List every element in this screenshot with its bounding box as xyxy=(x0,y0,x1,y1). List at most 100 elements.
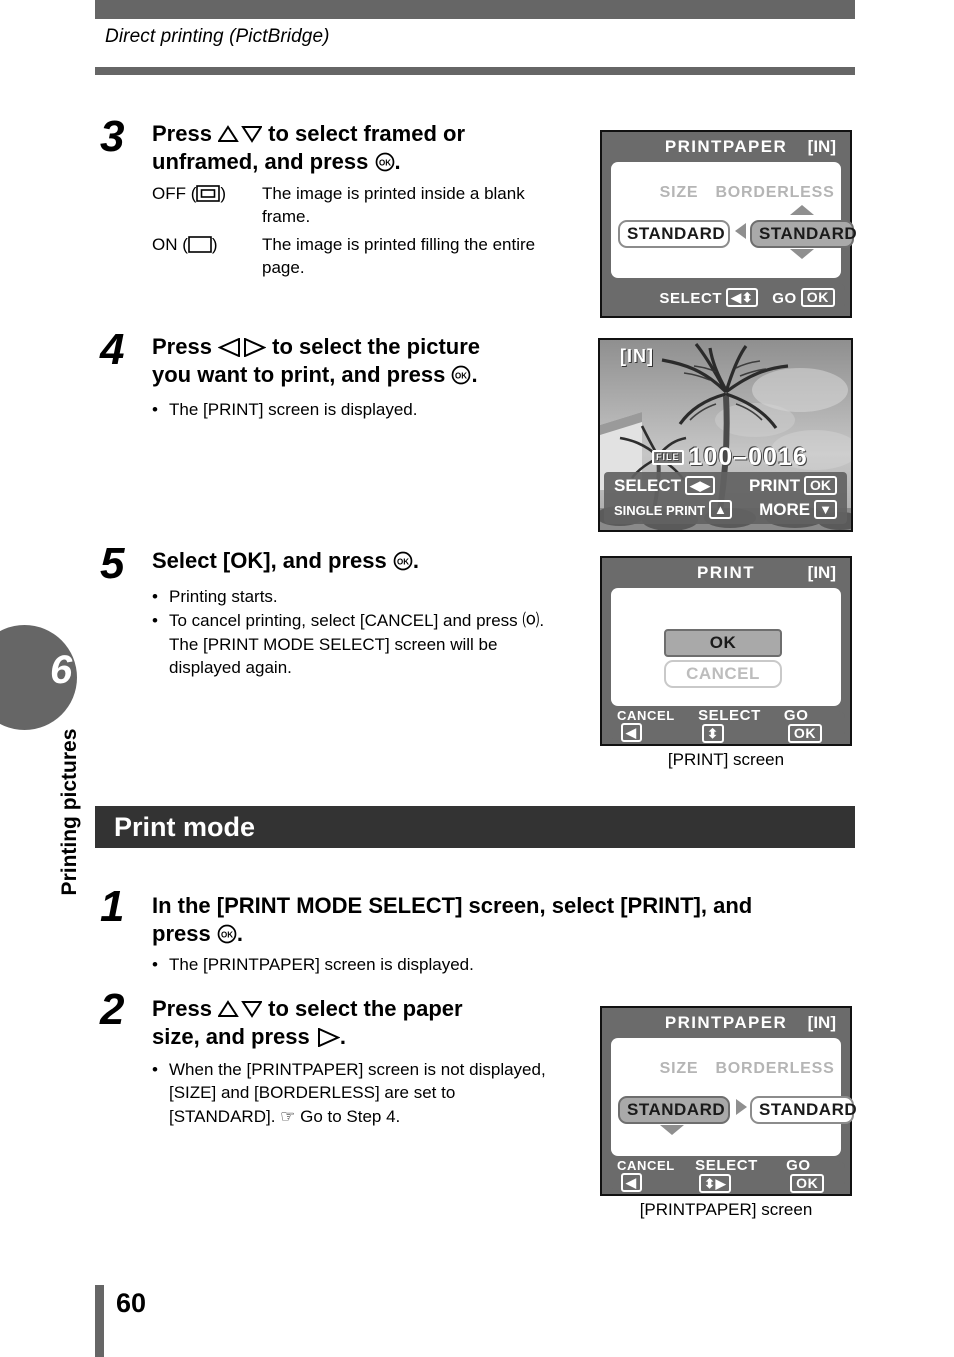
page-number: 60 xyxy=(116,1288,147,1318)
overlay-row-secondary: SINGLE PRINT ▲ MORE ▼ xyxy=(614,500,837,520)
lcd-printpaper-size: PRINTPAPER [IN] SIZE BORDERLESS STANDARD… xyxy=(600,1006,857,1196)
footer-select: SELECT ◀⬍ xyxy=(659,287,759,307)
chapter-number: 6 xyxy=(50,648,73,692)
step-2-bullets: • When the [PRINTPAPER] screen is not dis… xyxy=(152,1058,557,1129)
borderless-column-label: BORDERLESS xyxy=(715,1060,835,1077)
footer-go: GOOK xyxy=(772,287,835,307)
step-5-bullets: • Printing starts. • To cancel printing, s… xyxy=(152,585,552,681)
overlay-single-print: SINGLE PRINT ▲ xyxy=(614,500,732,520)
arrow-up-down-icon xyxy=(217,125,263,143)
borderless-value-pill[interactable]: STANDARD xyxy=(750,220,857,248)
ok-key-icon: OK xyxy=(790,1174,825,1193)
up-cursor-icon xyxy=(790,205,814,215)
overlay-select: SELECT ◀▶ xyxy=(614,476,716,496)
down-cursor-icon xyxy=(660,1125,684,1135)
step-3-number: 3 xyxy=(100,112,125,161)
section-heading-text: Print mode xyxy=(114,812,256,842)
step-3-definitions: OFF () The image is printed inside a bla… xyxy=(152,182,562,284)
borderless-column-label: BORDERLESS xyxy=(715,184,835,201)
up-key-icon: ▲ xyxy=(709,500,732,519)
step-2-title: Press to select the paper size, and pres… xyxy=(152,996,463,1050)
definition-row-on: ON () The image is printed filling the e… xyxy=(152,233,562,280)
ok-key-icon: OK xyxy=(800,287,835,307)
up-down-key-icon: ⬍ xyxy=(702,724,724,743)
step-4-bullets: • The [PRINT] screen is displayed. xyxy=(152,398,552,422)
step-1-title: In the [PRINT MODE SELECT] screen, selec… xyxy=(152,893,753,947)
bullet-dot: • xyxy=(152,611,158,631)
bullet-text: The [PRINT] screen is displayed. xyxy=(169,400,418,419)
lcd-footer: SELECT ◀⬍ GO OK xyxy=(607,283,845,311)
option-ok[interactable]: OK xyxy=(664,629,782,657)
footer-go: GOOK xyxy=(786,1157,835,1193)
bullet-item: • To cancel printing, select [CANCEL] and… xyxy=(152,609,552,679)
left-right-key-icon: ◀▶ xyxy=(685,476,716,495)
bullet-item: • Printing starts. xyxy=(152,585,552,608)
bullet-dot: • xyxy=(152,400,158,419)
chapter-label: Printing pictures xyxy=(58,728,81,896)
arrow-up-down-icon xyxy=(217,1000,263,1018)
bullet-item: • The [PRINT] screen is displayed. xyxy=(152,398,552,421)
manual-page: Direct printing (PictBridge) 6 Printing … xyxy=(0,0,954,1357)
step-3-title: Press to select framed or unframed, and … xyxy=(152,121,466,175)
size-column-label: SIZE xyxy=(659,184,699,201)
footer-cancel: CANCEL◀ xyxy=(617,1158,675,1192)
photo-media-indicator: [IN] xyxy=(620,346,654,366)
photo-overlay-bar: SELECT ◀▶ PRINT OK SINGLE PRINT ▲ MORE ▼ xyxy=(604,472,847,524)
lcd-media-indicator: [IN] xyxy=(807,137,836,156)
ok-button-icon: OK xyxy=(375,152,394,172)
bullet-dot: • xyxy=(152,955,158,974)
step-2-number: 2 xyxy=(100,985,125,1034)
bullet-item: • The [PRINTPAPER] screen is displayed. xyxy=(152,953,672,976)
select-key-icon: ⬍▶ xyxy=(699,1174,732,1193)
caption-print-screen: [PRINT] screen xyxy=(667,750,785,769)
unframed-icon xyxy=(188,236,212,253)
bullet-text: Printing starts. xyxy=(169,587,278,606)
left-key-icon: ◀ xyxy=(621,723,642,742)
framed-icon xyxy=(196,185,221,202)
definition-value-on: The image is printed filling the entire … xyxy=(262,234,536,278)
ok-button-icon: OK xyxy=(217,924,237,944)
definition-key-on: ON () xyxy=(152,234,218,254)
size-column-label: SIZE xyxy=(659,1060,699,1077)
lcd-body: SIZE BORDERLESS STANDARD STANDARD xyxy=(611,1038,857,1156)
lcd-print-confirm: PRINT [IN] OK CANCEL CANCEL◀ SELECT⬍ GOO… xyxy=(600,556,852,746)
photo-preview: [IN] FILE 100–0016 SELECT ◀▶ PRINT OK SINGL… xyxy=(600,340,851,530)
step-4-number: 4 xyxy=(100,325,125,374)
bullet-dot: • xyxy=(152,587,158,606)
bullet-text: To cancel printing, select [CANCEL] and … xyxy=(169,611,545,678)
ok-button-icon: OK xyxy=(452,365,471,385)
size-value-pill[interactable]: STANDARD xyxy=(618,220,730,248)
lcd-footer: CANCEL◀ SELECT⬍▶ GOOK xyxy=(607,1157,845,1193)
overlay-more: MORE ▼ xyxy=(759,500,837,520)
footer-go: GOOK xyxy=(784,707,835,743)
step-1-number: 1 xyxy=(100,882,125,931)
lcd-printpaper-borderless: PRINTPAPER [IN] SIZE BORDERLESS STANDARD… xyxy=(600,130,857,318)
size-value-pill[interactable]: STANDARD xyxy=(618,1096,730,1124)
arrow-left-right-icon xyxy=(217,337,267,358)
header-rule-top xyxy=(95,0,855,19)
bullet-dot: • xyxy=(152,1060,158,1079)
right-cursor-icon xyxy=(736,1099,747,1115)
header-rule-bottom xyxy=(95,67,855,75)
overlay-print: PRINT OK xyxy=(749,476,837,496)
svg-text:OK: OK xyxy=(455,372,467,381)
step-1-bullets: • The [PRINTPAPER] screen is displayed. xyxy=(152,953,672,977)
photo-file-number: FILE 100–0016 xyxy=(652,443,808,472)
arrow-right-icon xyxy=(317,1027,341,1048)
borderless-value-pill[interactable]: STANDARD xyxy=(750,1096,857,1124)
svg-text:OK: OK xyxy=(221,931,233,940)
definition-value-off: The image is printed inside a blank fram… xyxy=(262,184,525,227)
option-cancel[interactable]: CANCEL xyxy=(664,660,782,688)
lcd-media-indicator: [IN] xyxy=(807,1013,836,1032)
step-5-number: 5 xyxy=(100,539,125,588)
select-key-icon: ◀⬍ xyxy=(726,287,759,307)
down-key-icon: ▼ xyxy=(814,500,837,519)
definition-key-off: OFF () xyxy=(152,184,227,203)
definition-row-off: OFF () The image is printed inside a bla… xyxy=(152,182,562,229)
lcd-picture-select: [IN] FILE 100–0016 SELECT ◀▶ PRINT OK SINGL… xyxy=(598,338,853,532)
file-tag-icon: FILE xyxy=(652,450,684,465)
ok-key-icon: OK xyxy=(804,476,837,495)
ok-button-icon: OK xyxy=(393,551,413,571)
footer-select: SELECT⬍ xyxy=(698,707,761,743)
left-cursor-icon xyxy=(735,223,746,239)
